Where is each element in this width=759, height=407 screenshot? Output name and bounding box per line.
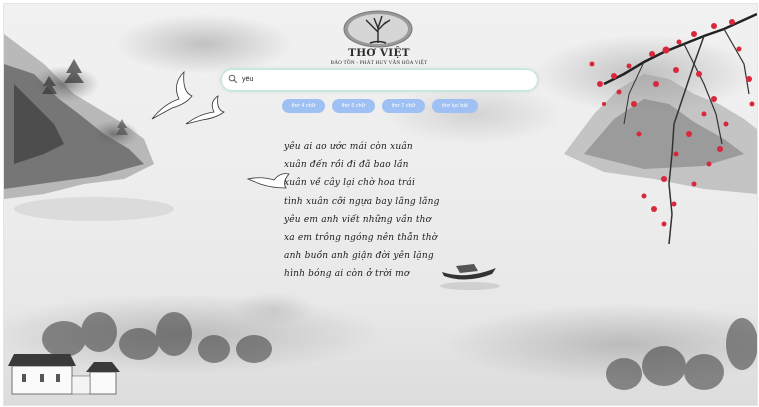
tree-logo-icon[interactable] [342,10,414,48]
brand-header: THƠ VIỆT BẢO TỒN - PHÁT HUY VĂN HÓA VIỆT [304,47,454,67]
search-bar[interactable] [221,69,538,91]
poem-line: hình bóng ai còn ở trời mơ [284,269,410,280]
brand-title: THƠ VIỆT [348,47,410,59]
brand-subtitle: BẢO TỒN - PHÁT HUY VĂN HÓA VIỆT [330,60,428,66]
chip-tho-5-chu[interactable]: thơ 5 chữ [332,99,375,113]
poem-line: anh buồn anh giận đời yên lặng [284,251,434,262]
poem-line: xuân đến rồi đi đã bao lần [284,160,409,171]
poem-line: xa em trông ngóng nên thẫn thờ [284,232,438,243]
chip-tho-4-chu[interactable]: thơ 4 chữ [282,99,325,113]
poem-line: yêu em anh viết những vần thơ [284,214,432,225]
chip-tho-7-chu[interactable]: thơ 7 chữ [382,99,425,113]
search-input[interactable] [242,72,522,87]
poem-line: tình xuân cỡi ngựa bay lãng lãng [284,196,440,207]
chip-tho-luc-bat[interactable]: thơ lục bát [432,99,478,113]
search-icon [228,74,238,84]
app-frame: THƠ VIỆT BẢO TỒN - PHÁT HUY VĂN HÓA VIỆT… [3,3,758,406]
poem-text: yêu ai ao ước mái còn xuân xuân đến rồi … [284,138,484,284]
poem-line: xuân về cây lại chờ hoa trái [284,178,416,189]
poem-line: yêu ai ao ước mái còn xuân [284,142,413,152]
